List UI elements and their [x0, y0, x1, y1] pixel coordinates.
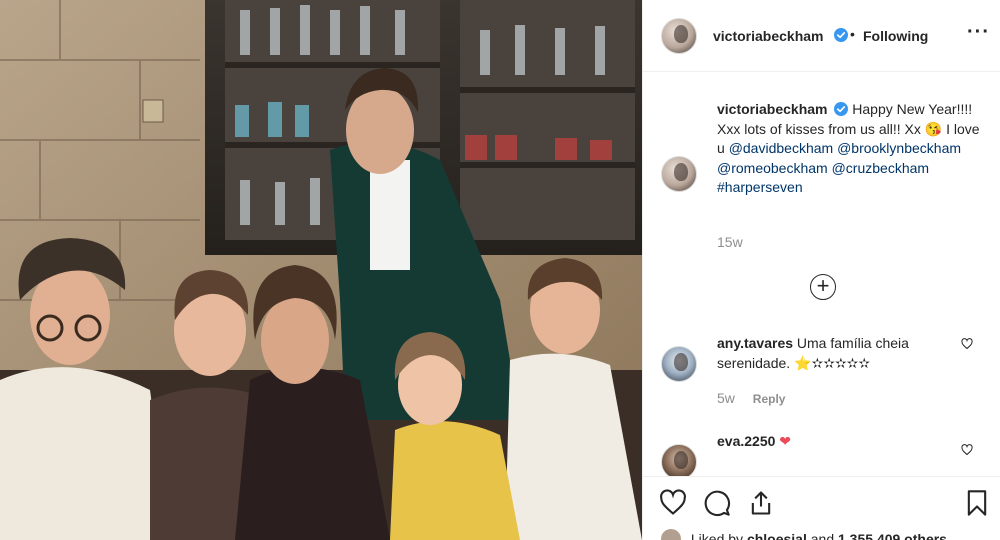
plus-circle-icon[interactable]: + — [810, 274, 836, 300]
more-horizontal-icon[interactable]: ··· — [967, 22, 990, 42]
heart-icon[interactable] — [961, 338, 973, 350]
mention-link[interactable]: @romeobeckham — [717, 160, 828, 176]
commenter-username[interactable]: eva.2250 — [717, 433, 775, 449]
red-heart-emoji: ❤ — [779, 433, 792, 449]
commenter-username[interactable]: any.tavares — [717, 335, 793, 351]
separator-dot: • — [850, 26, 855, 42]
family-photo-image — [0, 0, 642, 540]
reply-button[interactable]: Reply — [753, 392, 786, 406]
post-side-panel: victoriabeckham • Following ··· victoria… — [642, 0, 1000, 540]
hashtag-link[interactable]: #harperseven — [717, 179, 803, 195]
kiss-emoji: 😘 — [924, 120, 943, 137]
comment-timestamp: 5w — [717, 390, 735, 406]
commenter-avatar[interactable] — [661, 346, 697, 382]
author-username[interactable]: victoriabeckham — [713, 28, 824, 44]
caption-avatar[interactable] — [661, 156, 697, 192]
heart-icon[interactable] — [961, 444, 973, 456]
comment-icon[interactable] — [703, 489, 731, 517]
comment-text: any.tavares Uma família cheia serenidade… — [717, 334, 957, 373]
share-icon[interactable] — [747, 489, 775, 517]
likes-and: and — [810, 531, 835, 540]
likes-prefix: Liked by — [690, 531, 744, 540]
verified-badge-icon — [834, 102, 849, 116]
verified-badge-icon — [834, 28, 848, 42]
bookmark-icon[interactable] — [963, 489, 991, 517]
mention-link[interactable]: @cruzbeckham — [832, 160, 929, 176]
likes-summary: Liked by chloesjal and 1,355,409 others — [661, 529, 947, 540]
comment-text: eva.2250 ❤ — [717, 432, 957, 452]
liker-username[interactable]: chloesjal — [747, 531, 807, 540]
post-header: victoriabeckham • Following ··· — [643, 0, 1000, 72]
comment-meta: 5w Reply — [717, 390, 785, 406]
caption-timestamp: 15w — [717, 234, 743, 250]
mention-link[interactable]: @davidbeckham — [729, 140, 834, 156]
caption-username[interactable]: victoriabeckham — [717, 101, 828, 117]
author-avatar[interactable] — [661, 18, 697, 54]
mention-link[interactable]: @brooklynbeckham — [837, 140, 961, 156]
caption-text: victoriabeckham Happy New Year!!!! Xxx l… — [717, 100, 987, 198]
following-button[interactable]: Following — [863, 28, 928, 44]
likes-count[interactable]: 1,355,409 others — [838, 531, 947, 540]
commenter-avatar[interactable] — [661, 444, 697, 480]
post-photo[interactable] — [0, 0, 642, 540]
comment-stars: ⭐✫✫✫✫✫ — [794, 354, 871, 371]
action-bar: Liked by chloesjal and 1,355,409 others — [643, 476, 1000, 540]
liker-avatar — [661, 529, 681, 540]
heart-icon[interactable] — [659, 489, 687, 517]
